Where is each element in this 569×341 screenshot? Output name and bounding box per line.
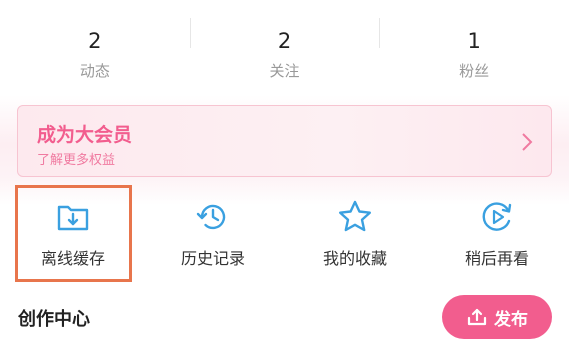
stat-value: 1 bbox=[467, 29, 481, 53]
stat-divider bbox=[190, 18, 191, 48]
menu-label: 我的收藏 bbox=[322, 249, 387, 268]
highlight-box bbox=[15, 185, 132, 282]
menu-label: 历史记录 bbox=[180, 249, 245, 268]
vip-subtitle: 了解更多权益 bbox=[37, 153, 116, 168]
menu-watch-later[interactable]: 稍后再看 bbox=[437, 185, 557, 283]
menu-history[interactable]: 历史记录 bbox=[153, 185, 273, 283]
stat-fans[interactable]: 1 粉丝 bbox=[379, 22, 569, 92]
stat-value: 2 bbox=[88, 29, 102, 53]
chevron-right-icon bbox=[522, 133, 533, 151]
stat-label: 粉丝 bbox=[459, 62, 490, 80]
stat-following[interactable]: 2 关注 bbox=[190, 22, 380, 92]
stat-divider bbox=[379, 18, 380, 48]
publish-label: 发布 bbox=[494, 309, 528, 330]
stat-label: 关注 bbox=[269, 62, 300, 80]
star-icon bbox=[339, 200, 371, 232]
vip-banner[interactable]: 成为大会员 了解更多权益 bbox=[17, 105, 552, 177]
stat-dynamics[interactable]: 2 动态 bbox=[0, 22, 190, 92]
menu-label: 稍后再看 bbox=[464, 249, 529, 268]
stats-row: 2 动态 2 关注 1 粉丝 bbox=[0, 22, 569, 92]
vip-title: 成为大会员 bbox=[37, 124, 133, 146]
upload-icon bbox=[467, 308, 487, 326]
menu-favorites[interactable]: 我的收藏 bbox=[295, 185, 415, 283]
history-clock-icon bbox=[196, 204, 226, 230]
watch-later-play-icon bbox=[482, 202, 512, 231]
stat-value: 2 bbox=[277, 29, 292, 53]
publish-button[interactable]: 发布 bbox=[442, 295, 552, 339]
creation-center-title: 创作中心 bbox=[18, 309, 90, 330]
stat-label: 动态 bbox=[79, 62, 110, 80]
